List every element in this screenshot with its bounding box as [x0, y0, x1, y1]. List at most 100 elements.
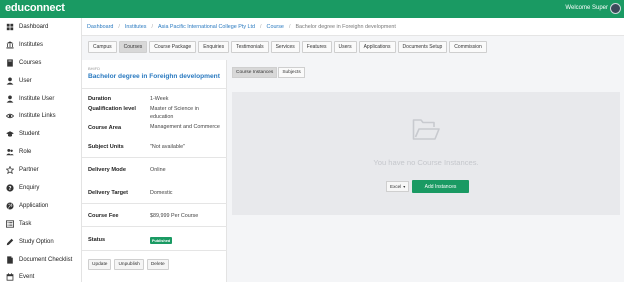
tab-applications[interactable]: Applications	[358, 41, 396, 53]
users-icon	[5, 148, 14, 157]
delete-button[interactable]: Delete	[146, 259, 169, 270]
tab-commission[interactable]: Commission	[449, 41, 487, 53]
divider	[82, 203, 227, 204]
subject-units-label: Subject Units	[88, 144, 124, 150]
sidebar-item-event[interactable]: Event	[0, 268, 81, 282]
qualification-label: Qualification level	[88, 106, 136, 112]
sidebar-item-document-checklist[interactable]: Document Checklist	[0, 251, 81, 269]
breadcrumb-separator: /	[260, 23, 262, 30]
institution-icon	[5, 40, 14, 49]
tab-course-package[interactable]: Course Package	[149, 41, 197, 53]
unpublish-button[interactable]: Unpublish	[114, 259, 144, 270]
status-label: Status	[88, 237, 106, 243]
sidebar-item-label: User	[19, 77, 32, 84]
caret-down-icon: ▾	[403, 184, 406, 189]
tab-subjects[interactable]: Subjects	[278, 67, 305, 78]
sidebar-item-label: Application	[19, 202, 49, 209]
sidebar-item-user[interactable]: User	[0, 72, 81, 90]
tab-testimonials[interactable]: Testimonials	[231, 41, 269, 53]
tab-services[interactable]: Services	[270, 41, 300, 53]
sidebar-item-institutes[interactable]: Institutes	[0, 36, 81, 54]
institute-tabs: Campus Courses Course Package Enquiries …	[88, 41, 489, 53]
delivery-target-value: Domestic	[150, 190, 173, 196]
breadcrumb-institutes[interactable]: Institutes	[125, 24, 147, 30]
course-area-value: Management and Commerce	[150, 124, 220, 130]
delivery-mode-label: Delivery Mode	[88, 167, 126, 173]
tab-campus[interactable]: Campus	[88, 41, 117, 53]
breadcrumb-separator: /	[118, 23, 120, 30]
breadcrumb-current: Bachelor degree in Foreighn development	[295, 23, 396, 30]
sidebar-item-label: Dashboard	[19, 23, 49, 30]
course-area-label: Course Area	[88, 125, 122, 131]
sidebar-item-dashboard[interactable]: Dashboard	[0, 18, 81, 36]
sidebar-item-study-option[interactable]: Study Option	[0, 233, 81, 251]
sidebar-item-label: Document Checklist	[19, 256, 73, 263]
avatar[interactable]	[610, 3, 621, 14]
welcome-text[interactable]: Welcome Super	[565, 5, 608, 11]
dashboard-icon	[5, 22, 14, 31]
update-button[interactable]: Update	[88, 259, 112, 270]
instance-tabs: Course Instances Subjects	[232, 67, 306, 78]
breadcrumb-course[interactable]: Course	[267, 24, 284, 30]
breadcrumb: Dashboard / Institutes / Asia Pacific In…	[82, 18, 624, 36]
course-code: BHIFD	[88, 66, 100, 71]
folder-open-icon	[412, 119, 440, 140]
sidebar-item-role[interactable]: Role	[0, 143, 81, 161]
add-instances-button[interactable]: Add Instances	[412, 180, 469, 193]
question-circle-icon: ?	[5, 183, 14, 192]
delivery-mode-value: Online	[150, 167, 166, 173]
qualification-value: Master of Science in education	[150, 106, 199, 120]
divider	[82, 250, 227, 251]
task-list-icon	[5, 219, 14, 228]
sidebar-item-label: Partner	[19, 167, 39, 174]
svg-text:?: ?	[8, 186, 11, 192]
sidebar-item-label: Enquiry	[19, 184, 40, 191]
export-dropdown[interactable]: Excel ▾	[386, 181, 410, 192]
sidebar-item-label: Role	[19, 149, 32, 156]
user-icon	[5, 76, 14, 85]
breadcrumb-institute[interactable]: Asia Pacific International College Pty L…	[158, 24, 255, 30]
divider	[82, 88, 227, 89]
sidebar-item-label: Event	[19, 274, 35, 281]
sidebar-item-institute-links[interactable]: Institute Links	[0, 107, 81, 125]
sidebar-item-enquiry[interactable]: ? Enquiry	[0, 179, 81, 197]
duration-label: Duration	[88, 96, 111, 102]
sidebar-item-institute-user[interactable]: Institute User	[0, 90, 81, 108]
sidebar-item-partner[interactable]: Partner	[0, 161, 81, 179]
course-fee-value: $89,999 Per Course	[150, 213, 199, 219]
user-icon	[5, 94, 14, 103]
course-fee-label: Course Fee	[88, 213, 119, 219]
sidebar-item-label: Courses	[19, 59, 42, 66]
tab-users[interactable]: Users	[333, 41, 357, 53]
sidebar-item-student[interactable]: Student	[0, 125, 81, 143]
book-icon	[5, 58, 14, 67]
sidebar-item-task[interactable]: Task	[0, 215, 81, 233]
brand-logo[interactable]: educonnect	[5, 2, 65, 14]
sidebar-item-label: Task	[19, 220, 32, 227]
sidebar-item-courses[interactable]: Courses	[0, 54, 81, 72]
divider	[82, 226, 227, 227]
subject-units-value: "Not available"	[150, 144, 185, 150]
graduation-cap-icon	[5, 130, 14, 139]
tab-course-instances[interactable]: Course Instances	[232, 67, 278, 78]
tab-courses[interactable]: Courses	[118, 41, 148, 53]
file-icon	[5, 255, 14, 264]
tab-documents-setup[interactable]: Documents Setup	[397, 41, 448, 53]
delivery-target-label: Delivery Target	[88, 190, 129, 196]
sidebar: Dashboard Institutes Courses User Instit…	[0, 18, 82, 282]
sidebar-item-label: Institute User	[19, 95, 55, 102]
top-bar: educonnect Welcome Super	[0, 0, 624, 18]
sidebar-item-label: Institute Links	[19, 113, 56, 120]
breadcrumb-separator: /	[151, 23, 153, 30]
course-instances-empty-state: You have no Course Instances. Excel ▾ Ad…	[232, 92, 620, 215]
tab-enquiries[interactable]: Enquiries	[198, 41, 230, 53]
sidebar-item-label: Study Option	[19, 238, 54, 245]
tab-features[interactable]: Features	[301, 41, 332, 53]
sidebar-item-application[interactable]: Application	[0, 197, 81, 215]
pencil-icon	[5, 237, 14, 246]
sidebar-item-label: Student	[19, 131, 40, 138]
breadcrumb-dashboard[interactable]: Dashboard	[87, 24, 113, 30]
breadcrumb-separator: /	[288, 23, 291, 30]
course-actions: Update Unpublish Delete	[88, 259, 172, 270]
empty-state-text: You have no Course Instances.	[373, 158, 479, 167]
